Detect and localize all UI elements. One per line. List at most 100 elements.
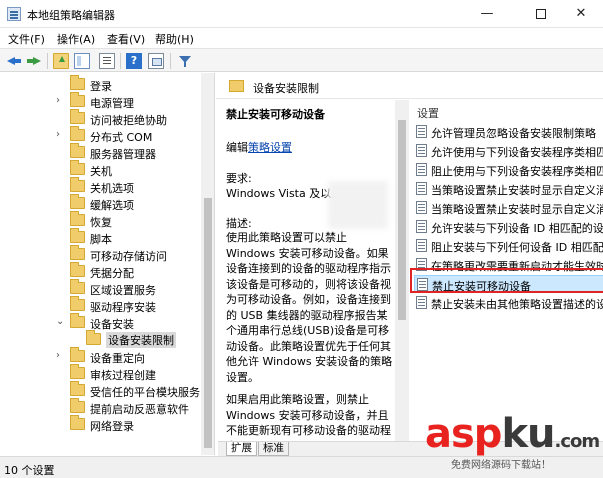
tree-item-label: 审核过程创建 [90, 369, 156, 382]
folder-icon [70, 228, 85, 243]
folder-icon [70, 143, 85, 158]
folder-icon [70, 126, 85, 141]
tab-extended[interactable]: 扩展 [226, 442, 257, 456]
tree-item-label: 区域设置服务 [90, 284, 156, 297]
chevron-down-icon[interactable]: ⌄ [56, 317, 64, 327]
close-button[interactable]: ✕ [559, 0, 603, 28]
menu-view[interactable]: 查看(V) [107, 31, 145, 47]
folder-icon [70, 160, 85, 175]
help-icon[interactable]: ? [126, 53, 142, 69]
tree-item[interactable]: 脚本 [0, 228, 200, 246]
tree-item[interactable]: 访问被拒绝协助 [0, 109, 200, 127]
menu-action[interactable]: 操作(A) [57, 31, 95, 47]
tree-scrollbar[interactable] [201, 73, 214, 455]
properties-icon[interactable] [148, 53, 164, 69]
description-panel: 禁止安装可移动设备 编辑策略设置 要求: Windows Vista 及以上版本… [218, 100, 395, 441]
up-folder-icon[interactable] [53, 53, 69, 69]
folder-icon [70, 109, 85, 124]
policy-setting-icon [416, 258, 427, 271]
tree-item[interactable]: 提前启动反恶意软件 [0, 398, 200, 416]
policy-title: 禁止安装可移动设备 [226, 108, 325, 121]
tab-standard[interactable]: 标准 [258, 442, 289, 456]
policy-setting-label: 禁止安装可移动设备 [432, 280, 531, 293]
maximize-button[interactable] [518, 0, 564, 28]
policy-setting-label: 允许管理员忽略设备安装限制策略 [431, 127, 596, 140]
policy-setting-row[interactable]: 禁止安装可移动设备 [414, 275, 603, 293]
filter-icon[interactable] [177, 53, 193, 69]
details-header: 设备安装限制 [216, 73, 603, 99]
tree-item[interactable]: 受信任的平台模块服务 [0, 381, 200, 399]
chevron-right-icon[interactable]: › [56, 351, 64, 361]
tree-item[interactable]: 缓解选项 [0, 194, 200, 212]
tree-item[interactable]: 驱动程序安装 [0, 296, 200, 314]
tree-item[interactable]: 恢复 [0, 211, 200, 229]
tree-item[interactable]: › 电源管理 [0, 92, 200, 110]
tree-item[interactable]: 服务器管理器 [0, 143, 200, 161]
tree-item[interactable]: › 分布式 COM [0, 126, 200, 144]
folder-icon [70, 211, 85, 226]
menu-file[interactable]: 文件(F) [8, 31, 45, 47]
requirements-label: 要求: [226, 172, 252, 185]
tree-item-label: 设备重定向 [90, 352, 145, 365]
tree-item-label: 服务器管理器 [90, 148, 156, 161]
description-scrollbar[interactable] [395, 100, 409, 441]
tree-item[interactable]: 网络登录 [0, 415, 200, 433]
folder-icon [70, 194, 85, 209]
toolbar-separator [47, 53, 48, 69]
minimize-button[interactable]: — [464, 0, 510, 28]
show-hide-tree-icon[interactable] [74, 53, 90, 69]
tree-item[interactable]: 关机 [0, 160, 200, 178]
policy-setting-row[interactable]: 允许使用与下列设备安装程序类相匹配的驱动程序安装设备 [414, 142, 603, 159]
edit-policy-link[interactable]: 策略设置 [248, 141, 292, 154]
policy-setting-row[interactable]: 在策略更改需要重新启动才能生效时 [414, 256, 603, 273]
forward-arrow-icon[interactable] [26, 53, 42, 69]
policy-setting-label: 当策略设置禁止安装时显示自定义消息标题 [431, 203, 603, 216]
policy-setting-row[interactable]: 阻止使用与下列设备安装程序类相匹配的驱动程序安装设备 [414, 161, 603, 178]
policy-setting-row[interactable]: 阻止安装与下列任何设备 ID 相匹配的设备 [414, 237, 603, 254]
tree-item-label: 驱动程序安装 [90, 301, 156, 314]
settings-column-header[interactable]: 设置 [417, 105, 439, 121]
policy-setting-row[interactable]: 禁止安装未由其他策略设置描述的设备 [414, 294, 603, 311]
policy-setting-row[interactable]: 当策略设置禁止安装时显示自定义消息 [414, 180, 603, 197]
folder-icon [70, 415, 85, 430]
tree-item-label: 凭据分配 [90, 267, 134, 280]
folder-icon [70, 92, 85, 107]
policy-setting-label: 在策略更改需要重新启动才能生效时 [431, 260, 603, 273]
tree-item-label: 分布式 COM [90, 131, 153, 144]
policy-setting-row[interactable]: 允许安装与下列设备 ID 相匹配的设备 [414, 218, 603, 235]
tree-item[interactable]: 设备安装限制 [0, 330, 200, 348]
tree-item[interactable]: 凭据分配 [0, 262, 200, 280]
status-text: 10 个设置 [4, 464, 55, 477]
tree-scroll-thumb[interactable] [204, 198, 212, 448]
folder-icon [70, 313, 85, 328]
chevron-right-icon[interactable]: › [56, 130, 64, 140]
export-list-icon[interactable] [99, 53, 115, 69]
tree-pane[interactable]: 登录 › 电源管理 访问被拒绝协助 › 分布式 COM 服务器管理器 关机关机选项 缓解选项恢复… [0, 73, 215, 455]
edit-policy-line: 编辑策略设置 [226, 139, 292, 155]
tree-item[interactable]: 登录 [0, 75, 200, 93]
tree-item[interactable]: 关机选项 [0, 177, 200, 195]
folder-icon [70, 364, 85, 379]
tree-item-label: 恢复 [90, 216, 112, 229]
window-title: 本地组策略编辑器 [27, 9, 115, 22]
policy-setting-row[interactable]: 允许管理员忽略设备安装限制策略 [414, 123, 603, 140]
chevron-right-icon[interactable]: › [56, 96, 64, 106]
toolbar-separator [120, 53, 121, 69]
tree-item-label: 受信任的平台模块服务 [90, 386, 200, 399]
tree-item[interactable]: ⌄ 设备安装 [0, 313, 200, 331]
description-scroll-thumb[interactable] [398, 120, 406, 320]
settings-list[interactable]: 设置 允许管理员忽略设备安装限制策略允许使用与下列设备安装程序类相匹配的驱动程序… [411, 100, 603, 441]
tree-item-label: 提前启动反恶意软件 [90, 403, 189, 416]
policy-setting-icon [417, 278, 428, 291]
back-arrow-icon[interactable] [6, 53, 22, 69]
tree-item[interactable]: 可移动存储访问 [0, 245, 200, 263]
folder-icon [70, 177, 85, 192]
menu-help[interactable]: 帮助(H) [155, 31, 194, 47]
tree-item[interactable]: 区域设置服务 [0, 279, 200, 297]
policy-setting-row[interactable]: 当策略设置禁止安装时显示自定义消息标题 [414, 199, 603, 216]
tree-item-label: 关机选项 [90, 182, 134, 195]
tree-item-label: 电源管理 [90, 97, 134, 110]
policy-setting-label: 阻止安装与下列任何设备 ID 相匹配的设备 [431, 241, 603, 254]
tree-item[interactable]: 审核过程创建 [0, 364, 200, 382]
tree-item[interactable]: › 设备重定向 [0, 347, 200, 365]
